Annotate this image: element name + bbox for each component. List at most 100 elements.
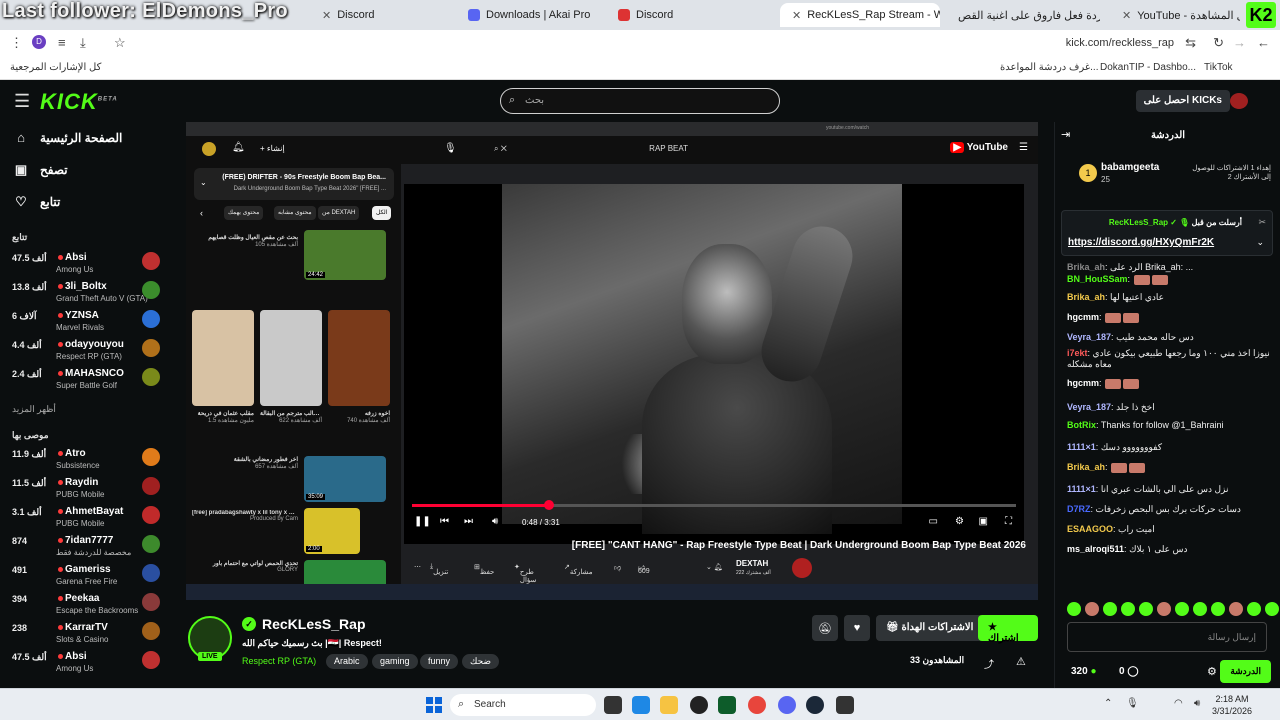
pin-icon[interactable]: ✂ (1258, 217, 1266, 228)
chevron-down-icon[interactable]: ⌄ (1256, 237, 1264, 248)
user-avatar[interactable] (1230, 93, 1248, 109)
next-icon[interactable]: ⏭ (464, 516, 473, 527)
steam-icon[interactable] (806, 696, 824, 714)
yt-channel-avatar[interactable] (792, 558, 812, 578)
emote-icon[interactable] (1193, 602, 1207, 616)
previous-icon[interactable]: ⏮ (440, 516, 449, 527)
create-button[interactable]: + إنشاء (260, 144, 285, 153)
chat-username[interactable]: 1111×1 (1067, 442, 1096, 452)
browser-tab[interactable]: ✕ Discord (310, 3, 450, 27)
sidebar-channel[interactable]: 491 Gameriss Garena Free Fire (10, 562, 160, 590)
menu-icon[interactable]: ☰ (14, 91, 30, 112)
chat-username[interactable]: Veyra_187 (1067, 402, 1111, 412)
chat-settings-icon[interactable]: ⚙ (1207, 665, 1217, 678)
chrome-icon[interactable] (748, 696, 766, 714)
save-button[interactable]: ⊞ حفظ (474, 563, 494, 576)
sidebar-channel[interactable]: 2.4 ألف MAHASNCO Super Battle Golf (10, 366, 160, 394)
bookmark-dokan[interactable]: DokanTIP - Dashbo... (1100, 62, 1196, 73)
clock[interactable]: 2:18 AM 3/31/2026 (1212, 693, 1252, 717)
pause-icon[interactable]: ❚❚ (414, 516, 431, 527)
chat-username[interactable]: hgcmm (1067, 378, 1099, 388)
stream-player[interactable]: youtube.com/watch 🔔︎ + إنشاء 🎙︎ ⌕ ✕ RAP … (186, 122, 1038, 600)
chevron-down-icon[interactable]: ⌄ (200, 178, 207, 187)
reload-icon[interactable]: ↻ (1213, 35, 1224, 51)
sidebar-channel[interactable]: 3.1 ألف AhmetBayat PUBG Mobile (10, 504, 160, 532)
mic-icon[interactable]: 🎙︎ (444, 143, 457, 154)
emote-icon[interactable] (1211, 602, 1225, 616)
yt-search-input[interactable]: ⌕ ✕ RAP BEAT (486, 141, 696, 159)
sidebar-channel[interactable]: 11.5 ألف Raydin PUBG Mobile (10, 475, 160, 503)
profile-avatar[interactable]: D (32, 35, 46, 49)
app-icon[interactable] (836, 696, 854, 714)
windows-start-icon[interactable] (426, 697, 442, 713)
browser-tab[interactable]: ردة فعل فاروق على اغنية القص (950, 3, 1100, 27)
sidebar-channel[interactable]: 4.4 ألف odayyouyou Respect RP (GTA) (10, 337, 160, 365)
yt-thumbnail[interactable]: 24:42 (304, 230, 386, 280)
emote-icon[interactable] (1067, 602, 1081, 616)
emote-icon[interactable] (1157, 602, 1171, 616)
tray-chevron-icon[interactable]: ⌃ (1104, 698, 1112, 709)
chat-message[interactable]: ESAAGOO: اميت راب (1067, 524, 1272, 535)
yt-thumbnail[interactable] (192, 310, 254, 406)
search-input[interactable]: ⌕ بحث (500, 88, 780, 114)
fullscreen-icon[interactable]: ⛶ (1005, 516, 1012, 527)
chat-send-button[interactable]: الدردشة (1220, 660, 1271, 683)
yt-chip[interactable]: محتوى مشابه (274, 206, 316, 220)
tag[interactable]: Arabic (326, 654, 368, 669)
chat-username[interactable]: ms_alroqi511 (1067, 544, 1124, 554)
yt-channel-name[interactable]: DEXTAH (736, 559, 768, 568)
sidebar-channel[interactable]: 47.5 ألف Absi Among Us (10, 250, 160, 278)
download-button[interactable]: ⤓ تنزيل (430, 563, 448, 576)
yt-thumbnail[interactable]: 2:00 (304, 508, 360, 554)
settings-icon[interactable]: ⚙ (955, 516, 964, 527)
miniplayer-icon[interactable]: ▣ (979, 516, 988, 527)
yt-thumbnail[interactable] (260, 310, 322, 406)
yt-menu-icon[interactable]: ☰ (1019, 142, 1028, 153)
ask-button[interactable]: ✦ طرح سؤال (514, 563, 536, 584)
bookmark-star-icon[interactable]: ☆ (114, 35, 126, 51)
file-explorer-icon[interactable] (660, 696, 678, 714)
show-more-link[interactable]: أظهر المزيد (12, 404, 56, 415)
forward-icon[interactable]: → (1233, 35, 1246, 50)
chat-username[interactable]: D7RZ (1067, 504, 1091, 514)
chevron-left-icon[interactable]: ‹ (200, 208, 203, 218)
tag[interactable]: ضحك (462, 654, 500, 669)
chat-username[interactable]: i7ekt (1067, 348, 1088, 358)
chat-message[interactable]: i7ekt: نيوزا اخذ مني ١٠٠ وما رجعها طبيعي… (1067, 348, 1272, 370)
yt-avatar[interactable] (202, 142, 216, 156)
playlist-icon[interactable]: ≡ (58, 35, 66, 50)
back-icon[interactable]: ← (1257, 35, 1270, 50)
nav-home[interactable]: ⌂ الصفحة الرئيسية (14, 130, 122, 145)
nav-browse[interactable]: ▣ تصفح (14, 162, 68, 178)
emote-icon[interactable] (1121, 602, 1135, 616)
yt-chip[interactable]: من DEXTAH (318, 206, 360, 220)
chat-message[interactable]: Brika_ah: الرد على Brika_ah: ... (1067, 262, 1272, 273)
subscribe-dropdown[interactable]: ⌄ 🔔︎ (706, 563, 723, 571)
get-kicks-button[interactable]: احصل على KICKs (1135, 90, 1230, 112)
download-icon[interactable]: ⤓ (80, 35, 86, 51)
taskbar-search[interactable]: ⌕ Search (450, 694, 596, 716)
emote-icon[interactable] (1139, 602, 1153, 616)
browser-tab[interactable]: ✕YouTube - سجل المشاهدة (1110, 3, 1240, 27)
chat-username[interactable]: Brika_ah (1067, 292, 1105, 302)
more-icon[interactable]: ⋯ (414, 563, 421, 571)
share-icon[interactable]: ⤴ (984, 656, 994, 671)
notify-off-icon[interactable]: 🔕︎ (812, 615, 838, 641)
close-icon[interactable]: ✕ (1122, 9, 1131, 22)
chat-username[interactable]: Veyra_187 (1067, 332, 1111, 342)
chat-username[interactable]: BotRix (1067, 420, 1096, 430)
chat-username[interactable]: BN_HouSSam (1067, 274, 1128, 284)
discord-icon[interactable] (778, 696, 796, 714)
pinned-link[interactable]: https://discord.gg/HXyQmFr2K (1068, 237, 1214, 248)
bookmark-tiktok[interactable]: TikTok (1204, 62, 1233, 73)
tag[interactable]: funny (420, 654, 459, 669)
yt-thumbnail[interactable] (328, 310, 390, 406)
sidebar-channel[interactable]: 394 Peekaa Escape the Backrooms (10, 591, 160, 619)
chat-input[interactable]: إرسال رسالة (1067, 622, 1267, 652)
chat-message[interactable]: BotRix: Thanks for follow @1_Bahraini (1067, 420, 1272, 431)
browser-tab[interactable]: Downloads | Akai Pro (460, 3, 600, 27)
like-button[interactable]: 609 👍︎ (638, 563, 650, 575)
chat-message[interactable]: hgcmm: (1067, 378, 1272, 389)
chat-message[interactable]: Veyra_187: اخخ ذا جلد (1067, 402, 1272, 413)
heart-button[interactable]: ♥ (844, 615, 870, 641)
